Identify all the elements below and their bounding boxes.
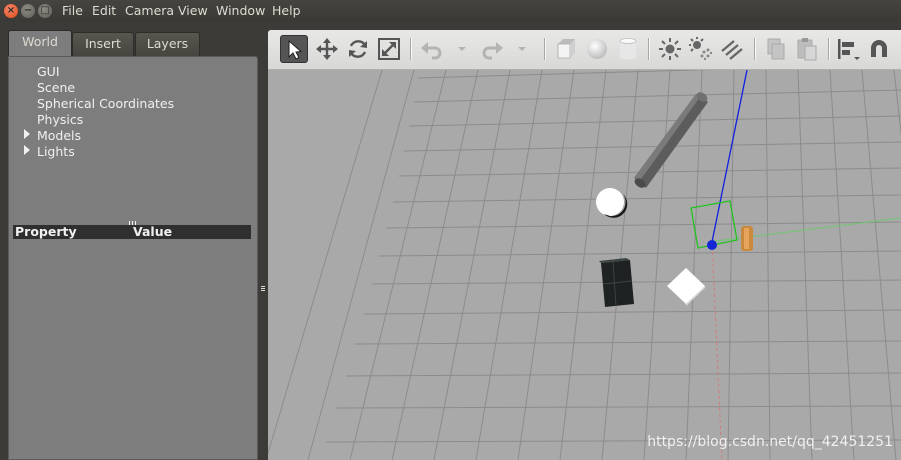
maximize-icon: □ [40, 5, 50, 16]
minimize-icon: − [23, 5, 33, 16]
vertical-splitter-handle[interactable] [258, 22, 268, 460]
undo-icon[interactable] [418, 35, 446, 63]
watermark-text: https://blog.csdn.net/qq_42451251 [647, 434, 893, 450]
window-maximize-button[interactable]: □ [38, 4, 52, 18]
menu-camera[interactable]: Camera [125, 3, 174, 18]
menu-help[interactable]: Help [272, 3, 301, 18]
scale-icon[interactable] [375, 35, 403, 63]
value-column-header: Value [133, 224, 173, 239]
point-light-icon[interactable] [656, 35, 684, 63]
orange-cylinder-model[interactable] [741, 226, 753, 251]
paste-icon[interactable] [793, 35, 821, 63]
toolbar [268, 30, 901, 70]
menu-edit[interactable]: Edit [92, 3, 116, 18]
translate-icon[interactable] [313, 35, 341, 63]
close-icon: × [6, 5, 16, 16]
tree-item-gui[interactable]: GUI [37, 64, 60, 79]
undo-dropdown-icon[interactable] [448, 35, 466, 63]
property-header: Property Value [13, 224, 251, 239]
window-minimize-button[interactable]: − [21, 4, 35, 18]
menu-view[interactable]: View [178, 3, 208, 18]
tree-item-physics[interactable]: Physics [37, 112, 83, 127]
world-tree-panel: GUI Scene Spherical Coordinates Physics … [8, 56, 258, 460]
select-arrow-icon[interactable] [280, 35, 308, 63]
tab-insert[interactable]: Insert [72, 32, 134, 56]
tree-item-scene[interactable]: Scene [37, 80, 75, 95]
property-column-header: Property [15, 224, 77, 239]
align-icon[interactable] [834, 35, 862, 63]
menu-window[interactable]: Window [216, 3, 265, 18]
tree-item-models[interactable]: Models [37, 128, 81, 143]
tab-layers[interactable]: Layers [135, 32, 200, 56]
expand-arrow-icon[interactable] [24, 145, 30, 155]
copy-icon[interactable] [762, 35, 790, 63]
box-shape-icon[interactable] [552, 35, 580, 63]
window-close-button[interactable]: × [4, 4, 18, 18]
directional-light-icon[interactable] [718, 35, 746, 63]
tab-world[interactable]: World [8, 30, 72, 57]
snap-icon[interactable] [865, 35, 893, 63]
menu-file[interactable]: File [62, 3, 83, 18]
rotate-icon[interactable] [344, 35, 372, 63]
redo-icon[interactable] [478, 35, 506, 63]
sphere-shape-icon[interactable] [583, 35, 611, 63]
tree-item-lights[interactable]: Lights [37, 144, 75, 159]
3d-viewport[interactable]: https://blog.csdn.net/qq_42451251 [268, 70, 901, 460]
spot-light-icon[interactable] [687, 35, 715, 63]
cylinder-shape-icon[interactable] [614, 35, 642, 63]
expand-arrow-icon[interactable] [24, 129, 30, 139]
scene-canvas[interactable] [268, 70, 901, 460]
menu-bar: × − □ File Edit Camera View Window Help [0, 0, 901, 22]
redo-dropdown-icon[interactable] [508, 35, 526, 63]
left-panel: World Insert Layers GUI Scene Spherical … [0, 22, 262, 460]
tree-item-spherical-coordinates[interactable]: Spherical Coordinates [37, 96, 174, 111]
